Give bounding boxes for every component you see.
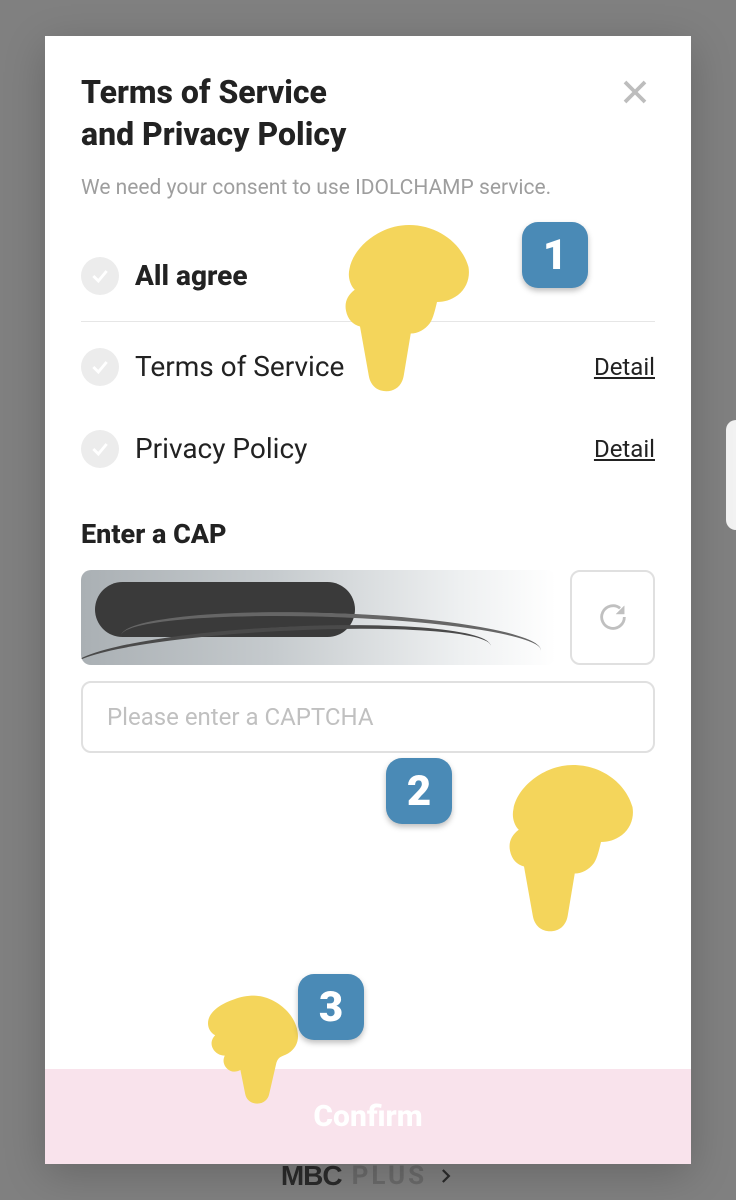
divider (81, 321, 655, 322)
captcha-input[interactable] (81, 681, 655, 753)
check-icon (90, 357, 110, 377)
captcha-row (81, 570, 655, 665)
close-button[interactable] (615, 72, 655, 112)
confirm-button[interactable]: Confirm (45, 1069, 691, 1164)
background-side-tab (726, 420, 736, 530)
tos-row[interactable]: Terms of Service Detail (81, 326, 655, 408)
check-icon (90, 439, 110, 459)
chevron-right-icon (437, 1167, 455, 1185)
tos-detail-link[interactable]: Detail (594, 353, 655, 381)
consent-modal: Terms of Service and Privacy Policy We n… (45, 36, 691, 1164)
modal-subtitle: We need your consent to use IDOLCHAMP se… (81, 173, 655, 205)
captcha-image (81, 570, 556, 665)
captcha-heading: Enter a CAP (81, 518, 655, 550)
brand-plus-text: PLUS (352, 1161, 428, 1191)
pp-label: Privacy Policy (135, 432, 594, 465)
tos-label: Terms of Service (135, 350, 594, 383)
pp-checkbox[interactable] (81, 430, 119, 468)
all-agree-checkbox[interactable] (81, 257, 119, 295)
tos-checkbox[interactable] (81, 348, 119, 386)
all-agree-label: All agree (135, 259, 655, 292)
captcha-refresh-button[interactable] (570, 570, 655, 665)
close-icon (620, 77, 650, 107)
captcha-section: Enter a CAP (81, 518, 655, 753)
pp-detail-link[interactable]: Detail (594, 435, 655, 463)
pp-row[interactable]: Privacy Policy Detail (81, 408, 655, 490)
agree-block: All agree Terms of Service Detail Privac… (81, 235, 655, 490)
modal-title: Terms of Service and Privacy Policy (81, 72, 346, 155)
refresh-icon (596, 600, 630, 634)
modal-header: Terms of Service and Privacy Policy (81, 72, 655, 155)
modal-body: Terms of Service and Privacy Policy We n… (45, 36, 691, 1069)
all-agree-row[interactable]: All agree (81, 235, 655, 317)
background-brand[interactable]: MBC PLUS (281, 1160, 455, 1192)
confirm-label: Confirm (313, 1099, 422, 1134)
check-icon (90, 266, 110, 286)
brand-mbc-text: MBC (281, 1160, 342, 1192)
